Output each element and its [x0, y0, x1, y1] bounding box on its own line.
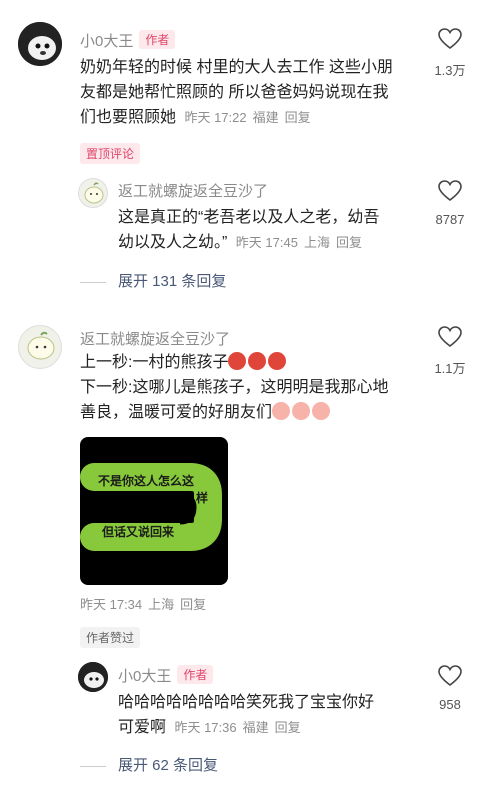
- avatar[interactable]: [18, 22, 62, 66]
- comment-text: 上一秒:一村的熊孩子 下一秒:这哪儿是熊孩子，这明明是我那心地 善良，温暖可爱的…: [80, 350, 420, 425]
- comment-line: 上一秒:一村的熊孩子: [80, 350, 420, 375]
- comment-text: 哈哈哈哈哈哈哈哈笑死我了宝宝你好 可爱啊 昨天 17:36 福建 回复: [118, 690, 418, 740]
- comment-line: 奶奶年轻的时候 村里的大人去工作 这些小朋: [80, 59, 393, 76]
- username[interactable]: 返工就螺旋返全豆沙了: [80, 328, 230, 349]
- sticker-text-side: 样: [196, 491, 209, 505]
- pig-emoji-icon: [272, 402, 291, 420]
- sticker-text-bottom: 但话又说回来: [102, 525, 175, 539]
- username[interactable]: 小0大王: [80, 33, 133, 50]
- comment-line: 可爱啊 昨天 17:36 福建 回复: [118, 715, 418, 740]
- pinned-tag: 置顶评论: [80, 143, 141, 164]
- comment-meta: 昨天 17:34 上海 回复: [80, 597, 207, 612]
- author-tag: 作者: [139, 30, 176, 49]
- comment-header: 小0大王 作者: [118, 665, 214, 686]
- like-button[interactable]: 1.1万: [428, 326, 472, 377]
- comment-text: 这是真正的“老吾老以及人之老，幼吾 幼以及人之幼。” 昨天 17:45 上海 回复: [118, 205, 418, 255]
- like-count: 1.3万: [434, 63, 466, 78]
- like-count: 958: [439, 697, 461, 712]
- like-button[interactable]: 8787: [428, 180, 472, 227]
- devil-emoji-icon: [228, 352, 247, 370]
- author-tag: 作者: [177, 665, 214, 684]
- devil-emoji-icon: [268, 352, 287, 370]
- expand-label[interactable]: 展开 131 条回复: [118, 273, 226, 290]
- comment-meta: 昨天 17:45 上海 回复: [235, 235, 362, 250]
- reply-button[interactable]: 回复: [336, 235, 362, 250]
- heart-icon[interactable]: [438, 180, 462, 202]
- comment-meta: 昨天 17:36 福建 回复: [174, 720, 301, 735]
- comment-line: 善良，温暖可爱的好朋友们: [80, 400, 420, 425]
- like-count: 8787: [435, 212, 465, 227]
- expand-replies-button[interactable]: 展开 131 条回复: [80, 270, 226, 291]
- reply-button[interactable]: 回复: [180, 597, 206, 612]
- reply-button[interactable]: 回复: [285, 110, 311, 125]
- sticker-text-top: 不是你这人怎么这: [98, 474, 195, 488]
- divider: [80, 765, 106, 767]
- expand-label[interactable]: 展开 62 条回复: [118, 757, 218, 774]
- sticker-image[interactable]: 不是你这人怎么这 样 但话又说回来: [80, 437, 228, 585]
- comment-text: 奶奶年轻的时候 村里的大人去工作 这些小朋 友都是她帮忙照顾的 所以爸爸妈妈说现…: [80, 55, 420, 130]
- username[interactable]: 返工就螺旋返全豆沙了: [118, 180, 268, 201]
- comment-line: 们也要照顾她 昨天 17:22 福建 回复: [80, 105, 420, 130]
- heart-icon[interactable]: [438, 28, 462, 50]
- username[interactable]: 小0大王: [118, 668, 171, 685]
- like-count: 1.1万: [434, 361, 466, 376]
- comment-meta: 昨天 17:22 福建 回复: [184, 110, 311, 125]
- pig-emoji-icon: [292, 402, 311, 420]
- comment-line: 下一秒:这哪儿是熊孩子，这明明是我那心地: [80, 379, 389, 396]
- pig-emoji-icon: [312, 402, 331, 420]
- like-button[interactable]: 1.3万: [428, 28, 472, 79]
- comment-header: 小0大王 作者: [80, 30, 176, 51]
- author-liked-tag: 作者赞过: [80, 627, 141, 648]
- comment-line: 友都是她帮忙照顾的 所以爸爸妈妈说现在我: [80, 84, 389, 101]
- like-button[interactable]: 958: [428, 665, 472, 712]
- heart-icon[interactable]: [438, 665, 462, 687]
- expand-replies-button[interactable]: 展开 62 条回复: [80, 754, 218, 775]
- avatar[interactable]: [18, 325, 62, 369]
- devil-emoji-icon: [248, 352, 267, 370]
- reply-button[interactable]: 回复: [275, 720, 301, 735]
- comment-line: 幼以及人之幼。” 昨天 17:45 上海 回复: [118, 230, 418, 255]
- divider: [80, 281, 106, 283]
- avatar[interactable]: [78, 178, 108, 208]
- heart-icon[interactable]: [438, 326, 462, 348]
- avatar[interactable]: [78, 662, 108, 692]
- comment-line: 哈哈哈哈哈哈哈哈笑死我了宝宝你好: [118, 694, 375, 711]
- comment-line: 这是真正的“老吾老以及人之老，幼吾: [118, 209, 380, 226]
